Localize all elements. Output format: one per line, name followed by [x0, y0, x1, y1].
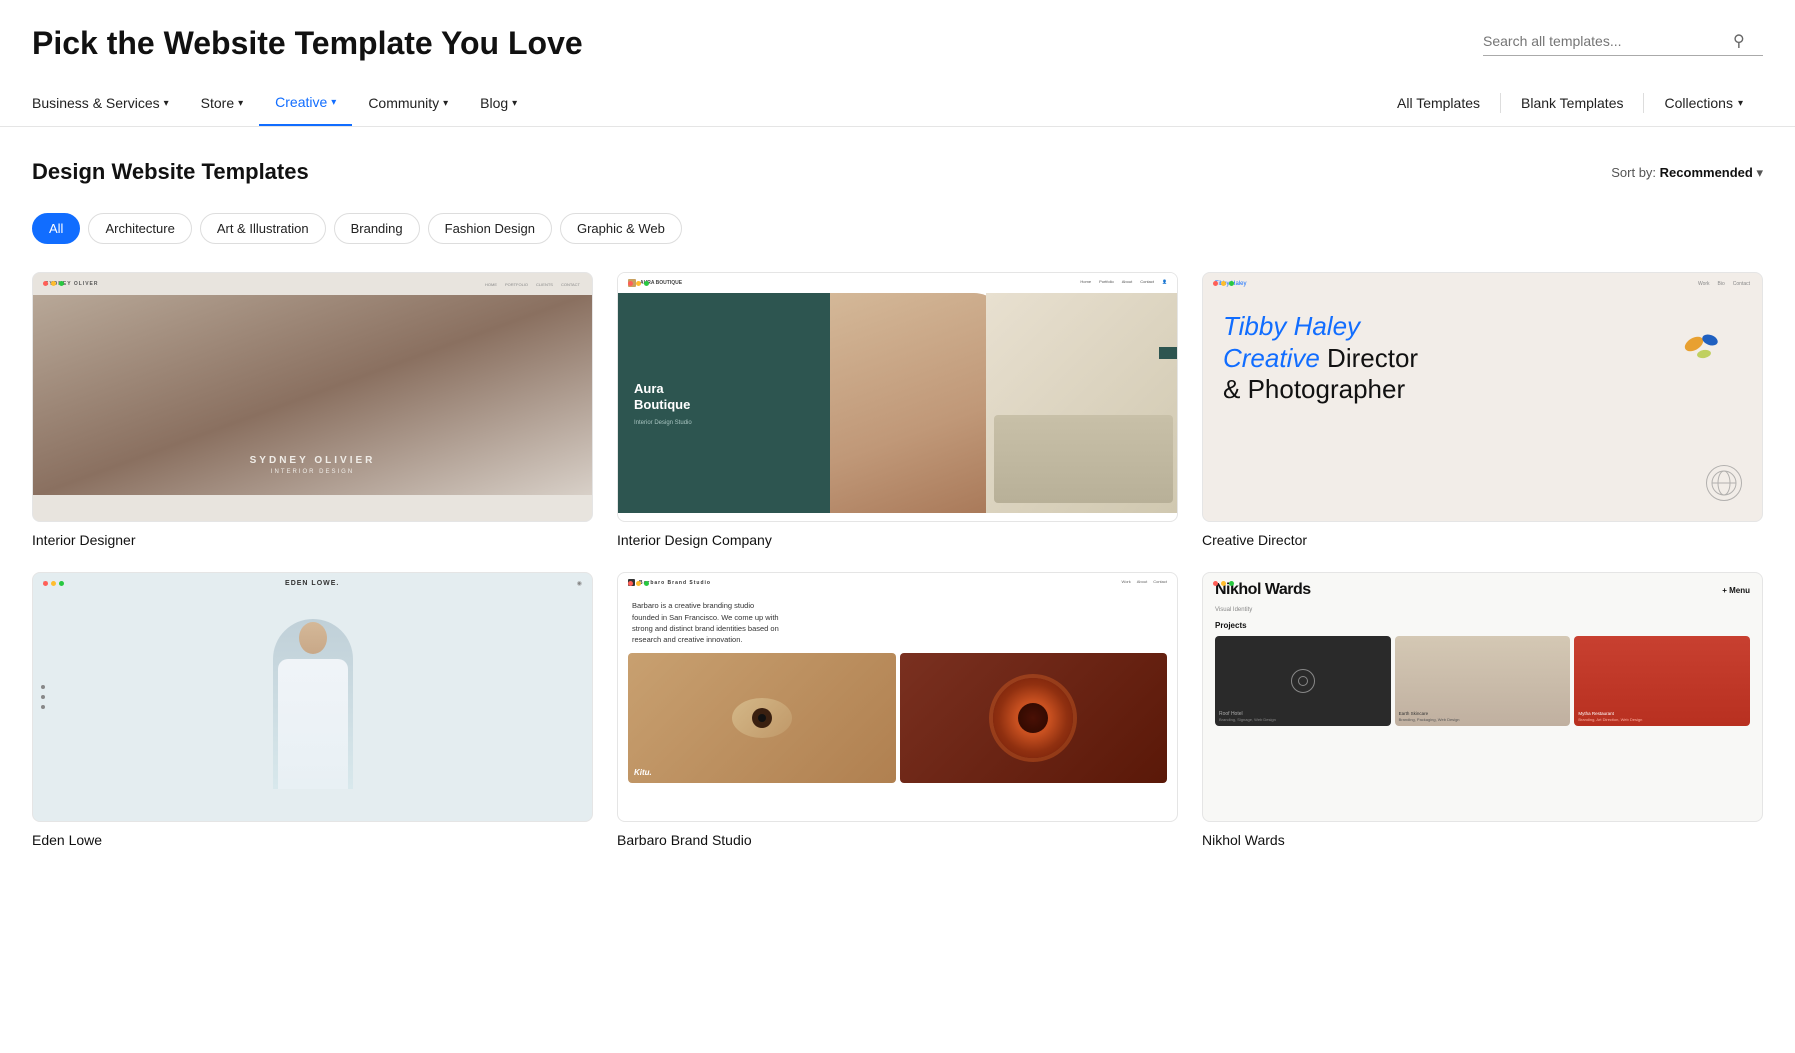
eden-body [33, 594, 592, 794]
aura-sub: Interior Design Studio [634, 420, 692, 426]
dot-yellow [51, 281, 56, 286]
nav-item-store[interactable]: Store ▾ [185, 81, 260, 125]
template-card-interior-design-company[interactable]: AURA BOUTIQUE HomePortfolioAboutContact👤… [617, 272, 1178, 548]
sort-bar[interactable]: Sort by: Recommended ▾ [1611, 165, 1763, 181]
nikhol-projects-label: Projects [1203, 621, 1762, 630]
template-grid: SYDNEY OLIVER HOMEPORTFOLIOCLIENTSCONTAC… [32, 272, 1763, 848]
template-name-barbaro: Barbaro Brand Studio [617, 832, 1178, 848]
nav-blank-templates[interactable]: Blank Templates [1501, 81, 1643, 125]
sort-label: Sort by: Recommended ▾ [1611, 165, 1763, 181]
nav-item-business[interactable]: Business & Services ▾ [32, 81, 185, 125]
barbaro-text: Barbaro is a creative branding studiofou… [618, 592, 1177, 653]
filter-bar: All Architecture Art & Illustration Bran… [32, 213, 1763, 244]
dot-green [59, 281, 64, 286]
barbaro-images: Kitu. [618, 653, 1177, 783]
dot-red [1213, 581, 1218, 586]
template-card-creative-director[interactable]: Tibby Haley WorkBioContact Tibby Haley C… [1202, 272, 1763, 548]
dot-yellow [636, 281, 641, 286]
template-preview-barbaro: Barbaro Brand Studio WorkAboutContact Ba… [617, 572, 1178, 822]
section-title: Design Website Templates [32, 159, 309, 185]
nav-item-creative[interactable]: Creative ▾ [259, 80, 352, 126]
template-name-nikhol-wards: Nikhol Wards [1202, 832, 1763, 848]
template-name-creative-director: Creative Director [1202, 532, 1763, 548]
nikhol-images: Roof HotelBranding, Signage, Web Design … [1203, 636, 1762, 726]
nav-left: Business & Services ▾ Store ▾ Creative ▾… [32, 80, 1377, 126]
filter-art-illustration[interactable]: Art & Illustration [200, 213, 326, 244]
page-header: Pick the Website Template You Love ⚲ [0, 0, 1795, 62]
dot-yellow [51, 581, 56, 586]
dot-green [644, 281, 649, 286]
filter-all[interactable]: All [32, 213, 80, 244]
nav-collections[interactable]: Collections ▾ [1644, 81, 1763, 125]
template-preview-eden: ≡ EDEN LOWE. ◉ [32, 572, 593, 822]
template-name-eden-lowe: Eden Lowe [32, 832, 593, 848]
aura-nav: AURA BOUTIQUE HomePortfolioAboutContact👤 [618, 273, 1177, 293]
aura-left: AuraBoutique Interior Design Studio [618, 293, 830, 513]
filter-graphic-web[interactable]: Graphic & Web [560, 213, 682, 244]
dot-yellow [636, 581, 641, 586]
chevron-down-icon: ▾ [443, 98, 448, 109]
chevron-down-icon: ▾ [238, 98, 243, 109]
dot-green [644, 581, 649, 586]
section-header-row: Design Website Templates Sort by: Recomm… [32, 159, 1763, 205]
nikhol-nav: Nikhol Wards + Menu [1203, 573, 1762, 607]
nav-item-community[interactable]: Community ▾ [352, 81, 464, 125]
aura-brand: AuraBoutique [634, 381, 690, 415]
template-preview-nikhol: Nikhol Wards + Menu Visual Identity Proj… [1202, 572, 1763, 822]
aura-right [830, 293, 1177, 513]
main-content: Design Website Templates Sort by: Recomm… [0, 127, 1795, 848]
chevron-down-icon: ▾ [512, 98, 517, 109]
template-preview-tibby: Tibby Haley WorkBioContact Tibby Haley C… [1202, 272, 1763, 522]
chevron-down-icon: ▾ [1738, 98, 1743, 109]
template-card-eden-lowe[interactable]: ≡ EDEN LOWE. ◉ [32, 572, 593, 848]
dot-yellow [1221, 281, 1226, 286]
tibby-nav: Tibby Haley WorkBioContact [1203, 273, 1762, 295]
nav-right: All Templates Blank Templates Collection… [1377, 81, 1763, 125]
barbaro-nav: Barbaro Brand Studio WorkAboutContact [618, 573, 1177, 592]
dot-green [1229, 581, 1234, 586]
tibby-name: Tibby Haley Creative Director & Photogra… [1223, 311, 1742, 405]
template-name-interior-design-company: Interior Design Company [617, 532, 1178, 548]
chevron-down-icon: ▾ [331, 97, 336, 108]
tibby-decoration [1682, 328, 1722, 373]
search-icon: ⚲ [1733, 31, 1745, 51]
tibby-body: Tibby Haley Creative Director & Photogra… [1203, 295, 1762, 421]
page-title: Pick the Website Template You Love [32, 24, 583, 62]
dot-red [43, 581, 48, 586]
nav-item-blog[interactable]: Blog ▾ [464, 81, 533, 125]
template-preview-sydney: SYDNEY OLIVER HOMEPORTFOLIOCLIENTSCONTAC… [32, 272, 593, 522]
dot-red [1213, 281, 1218, 286]
eden-social-icons [41, 685, 45, 709]
template-name-interior-designer: Interior Designer [32, 532, 593, 548]
tibby-globe-icon [1706, 465, 1742, 501]
filter-fashion-design[interactable]: Fashion Design [428, 213, 552, 244]
nikhol-subtitle: Visual Identity [1203, 607, 1762, 613]
dot-yellow [1221, 581, 1226, 586]
filter-branding[interactable]: Branding [334, 213, 420, 244]
dot-green [59, 581, 64, 586]
dot-green [1229, 281, 1234, 286]
template-card-nikhol-wards[interactable]: Nikhol Wards + Menu Visual Identity Proj… [1202, 572, 1763, 848]
chevron-down-icon: ▾ [164, 98, 169, 109]
dot-red [628, 581, 633, 586]
dot-red [43, 281, 48, 286]
sydney-nav: SYDNEY OLIVER HOMEPORTFOLIOCLIENTSCONTAC… [33, 273, 592, 295]
sydney-image: SYDNEY OLIVIER INTERIOR DESIGN [33, 295, 592, 495]
search-bar[interactable]: ⚲ [1483, 31, 1763, 56]
search-input[interactable] [1483, 33, 1733, 49]
nav-all-templates[interactable]: All Templates [1377, 81, 1500, 125]
template-preview-aura: AURA BOUTIQUE HomePortfolioAboutContact👤… [617, 272, 1178, 522]
dot-red [628, 281, 633, 286]
aura-body: AuraBoutique Interior Design Studio [618, 293, 1177, 513]
template-card-barbaro[interactable]: Barbaro Brand Studio WorkAboutContact Ba… [617, 572, 1178, 848]
filter-architecture[interactable]: Architecture [88, 213, 191, 244]
template-card-interior-designer[interactable]: SYDNEY OLIVER HOMEPORTFOLIOCLIENTSCONTAC… [32, 272, 593, 548]
main-nav: Business & Services ▾ Store ▾ Creative ▾… [0, 80, 1795, 127]
eden-nav: ≡ EDEN LOWE. ◉ [33, 573, 592, 594]
